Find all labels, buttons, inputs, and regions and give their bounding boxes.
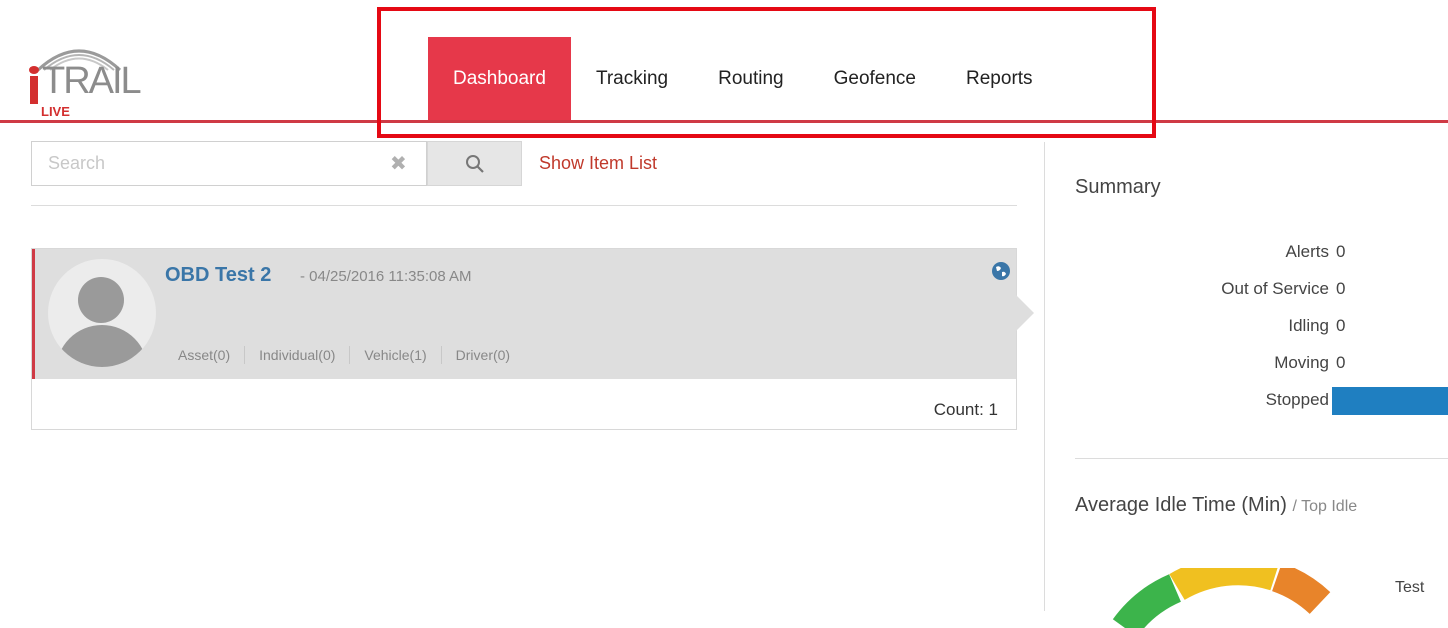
avatar-head: [78, 277, 124, 323]
gauge-segment-yellow: [1169, 568, 1278, 601]
summary-value: 0: [1336, 279, 1346, 298]
avatar-body: [56, 325, 148, 367]
user-avatar-icon: [48, 259, 156, 367]
summary-row-moving[interactable]: Moving 0: [1045, 353, 1448, 379]
nav-reports[interactable]: Reports: [941, 37, 1058, 120]
category-vehicle[interactable]: Vehicle(1): [349, 346, 440, 364]
summary-label: Moving: [1274, 353, 1329, 372]
item-card: OBD Test 2 - 04/25/2016 11:35:08 AM Asse…: [31, 248, 1034, 430]
gauge-legend-label: Test: [1395, 579, 1425, 596]
panel-divider: [1075, 458, 1448, 459]
nav-routing[interactable]: Routing: [693, 37, 809, 120]
summary-panel: Summary Alerts 0 Out of Service 0 Idling…: [1044, 142, 1448, 628]
logo-i-mark: [30, 76, 38, 104]
idle-section-title: Average Idle Time (Min) / Top Idle: [1075, 494, 1357, 517]
item-count: Count: 1: [933, 400, 998, 419]
idle-subtitle[interactable]: / Top Idle: [1293, 498, 1358, 515]
main-nav: Dashboard Tracking Routing Geofence Repo…: [428, 37, 1058, 120]
globe-icon[interactable]: [991, 261, 1011, 281]
summary-value: 0: [1336, 242, 1346, 261]
summary-value: 0: [1336, 316, 1346, 335]
close-icon[interactable]: ✖: [390, 151, 407, 176]
app-header: TRAIL LIVE Dashboard Tracking Routing Ge…: [0, 0, 1448, 123]
stopped-bar: [1332, 387, 1448, 415]
header-divider: [0, 120, 1448, 123]
summary-title: Summary: [1075, 176, 1161, 198]
summary-label: Stopped: [1265, 390, 1329, 409]
summary-label: Out of Service: [1221, 279, 1329, 298]
search-button[interactable]: [427, 141, 522, 186]
summary-label: Idling: [1288, 316, 1329, 335]
category-asset[interactable]: Asset(0): [178, 346, 244, 364]
logo-dot: [29, 66, 39, 74]
nav-dashboard[interactable]: Dashboard: [428, 37, 571, 120]
item-row[interactable]: OBD Test 2 - 04/25/2016 11:35:08 AM Asse…: [32, 249, 1016, 379]
idle-gauge: [1112, 568, 1331, 628]
nav-tracking[interactable]: Tracking: [571, 37, 693, 120]
category-driver[interactable]: Driver(0): [440, 346, 524, 364]
nav-geofence[interactable]: Geofence: [809, 37, 941, 120]
item-name-link[interactable]: OBD Test 2: [165, 264, 271, 287]
gauge-segment-orange: [1271, 568, 1331, 615]
summary-row-stopped[interactable]: Stopped: [1045, 387, 1448, 416]
search-divider: [31, 205, 1017, 206]
show-item-list-link[interactable]: Show Item List: [539, 153, 657, 174]
summary-row-idling[interactable]: Idling 0: [1045, 316, 1448, 342]
idle-title-text: Average Idle Time (Min): [1075, 494, 1287, 516]
category-counts: Asset(0) Individual(0) Vehicle(1) Driver…: [178, 346, 524, 364]
summary-row-alerts[interactable]: Alerts 0: [1045, 242, 1448, 268]
card-pointer: [1016, 295, 1034, 331]
item-timestamp: - 04/25/2016 11:35:08 AM: [300, 268, 472, 285]
category-individual[interactable]: Individual(0): [244, 346, 349, 364]
summary-row-out-of-service[interactable]: Out of Service 0: [1045, 279, 1448, 305]
summary-label: Alerts: [1285, 242, 1329, 261]
itrail-logo[interactable]: TRAIL LIVE: [24, 38, 142, 119]
logo-subtext: LIVE: [41, 104, 70, 119]
gauge-segment-green: [1112, 574, 1182, 628]
search-box: ✖: [31, 141, 427, 186]
summary-value: 0: [1336, 353, 1346, 372]
search-input[interactable]: [32, 142, 404, 185]
search-icon: [465, 154, 484, 173]
logo-text: TRAIL: [42, 60, 142, 102]
